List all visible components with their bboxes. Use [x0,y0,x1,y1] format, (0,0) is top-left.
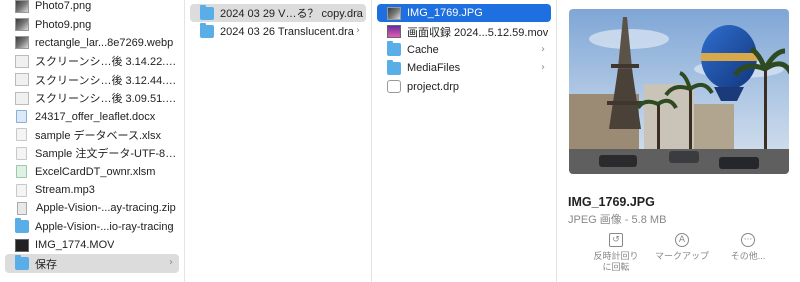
folder-row[interactable]: MediaFiles › [377,59,551,77]
folder-row[interactable]: 保存 › [5,254,179,273]
preview-file-info: JPEG 画像 - 5.8 MB [568,214,667,226]
folder-row[interactable]: Apple-Vision-...io-ray-tracing › [5,218,179,236]
folder-row[interactable]: Cache › [377,41,551,59]
screenshot-file-icon [15,73,29,87]
rotate-left-button[interactable]: ↺ 反時計回り に回転 [582,233,650,273]
rotate-left-label-line2: に回転 [602,262,630,272]
item-label: ExcelCardDT_ownr.xlsm [35,165,156,178]
item-label: Cache [407,43,439,56]
file-row[interactable]: Photo9.png [5,15,179,33]
column-hozon-folder[interactable]: 2024 03 29 V…る？ copy.dra › 2024 03 26 Tran… [185,0,372,282]
chevron-right-icon: › [541,62,545,74]
preview-pane: IMG_1769.JPG JPEG 画像 - 5.8 MB ↺ 反時計回り に回… [557,0,800,282]
file-list-column2: 2024 03 29 V…る？ copy.dra › 2024 03 26 Tran… [185,4,371,41]
item-label: スクリーンシ…後 3.14.22.png [35,56,179,69]
audio-file-icon [16,183,27,197]
folder-icon [15,218,29,234]
file-row[interactable]: Stream.mp3 [5,181,179,199]
document-icon [16,128,27,142]
file-row[interactable]: Photo7.png [5,0,179,15]
item-label: rectangle_lar...8e7269.webp [35,36,174,49]
image-file-icon [387,6,401,20]
project-file-icon [387,80,401,94]
file-row[interactable]: ExcelCardDT_ownr.xlsm [5,163,179,181]
zip-archive-icon [17,201,27,215]
document-icon [16,146,27,160]
movie-file-icon [15,238,29,252]
rotate-left-icon: ↺ [609,233,623,247]
more-label: その他... [730,251,766,261]
file-row[interactable]: スクリーンシ…後 3.12.44.png [5,71,179,89]
file-row[interactable]: sample データベース.xlsx [5,126,179,144]
image-file-icon [15,36,29,50]
file-row[interactable]: rectangle_lar...8e7269.webp [5,34,179,52]
folder-row[interactable]: 2024 03 26 Translucent.dra › [190,22,366,40]
folder-icon [15,255,29,271]
item-label: Apple-Vision-...io-ray-tracing [35,220,174,233]
spreadsheet-icon [16,165,27,179]
item-label: Photo7.png [35,0,92,13]
file-list-column3: IMG_1769.JPG 画面収録 2024...5.12.59.mov Cache… [372,4,556,96]
item-label: Apple-Vision-...ay-tracing.zip [36,202,176,215]
item-label: Sample 注文データ-UTF-8.csv [35,148,179,161]
item-label: 保存 [35,258,57,271]
folder-icon [200,23,214,39]
preview-thumbnail[interactable] [569,9,789,174]
las-vegas-photo [569,9,789,174]
item-label: スクリーンシ…後 3.12.44.png [35,74,179,87]
item-label: スクリーンシ…後 3.09.51.png [35,93,179,106]
file-row[interactable]: 画面収録 2024...5.12.59.mov [377,22,551,40]
screenshot-file-icon [15,91,29,105]
preview-filename: IMG_1769.JPG [568,195,655,209]
markup-button[interactable]: A マークアップ [648,233,716,262]
chevron-right-icon: › [169,220,173,232]
markup-label: マークアップ [654,251,709,261]
folder-row[interactable]: 2024 03 29 V…る？ copy.dra › [190,4,366,23]
column-parent-folder[interactable]: Photo7.png Photo9.png rectangle_lar...8e72… [0,0,185,282]
item-label: 画面収録 2024...5.12.59.mov [407,26,549,39]
item-label: Stream.mp3 [35,184,95,197]
folder-icon [387,59,401,75]
screenshot-file-icon [15,54,29,68]
chevron-right-icon: › [356,25,360,37]
word-document-icon [16,110,27,124]
file-row[interactable]: スクリーンシ…後 3.14.22.png [5,52,179,70]
item-label: 24317_offer_leaflet.docx [35,110,156,123]
chevron-right-icon: › [356,7,360,18]
markup-icon: A [675,233,689,247]
file-list-column1: Photo7.png Photo9.png rectangle_lar...8e72… [0,0,184,273]
chevron-right-icon: › [541,43,545,55]
file-row[interactable]: IMG_1769.JPG [377,4,551,23]
file-row[interactable]: Apple-Vision-...ay-tracing.zip [5,199,179,217]
item-label: 2024 03 26 Translucent.dra [220,25,354,38]
chevron-right-icon: › [169,257,173,269]
item-label: IMG_1774.MOV [35,239,115,252]
image-file-icon [15,0,29,13]
image-file-icon [15,18,29,32]
more-button[interactable]: ··· その他... [714,233,782,262]
file-row[interactable]: IMG_1774.MOV [5,236,179,254]
item-label: IMG_1769.JPG [407,7,483,20]
folder-icon [387,41,401,57]
file-row[interactable]: スクリーンシ…後 3.09.51.png [5,89,179,107]
item-label: Photo9.png [35,18,92,31]
item-label: sample データベース.xlsx [35,129,161,142]
file-row[interactable]: project.drp [377,78,551,96]
folder-icon [200,4,214,20]
quick-actions: ↺ 反時計回り に回転 A マークアップ ··· その他... [582,233,782,281]
file-row[interactable]: Sample 注文データ-UTF-8.csv [5,144,179,162]
item-label: project.drp [407,80,459,93]
file-row[interactable]: 24317_offer_leaflet.docx [5,107,179,125]
movie-file-icon [387,25,401,39]
item-label: MediaFiles [407,62,461,75]
column-project-folder[interactable]: IMG_1769.JPG 画面収録 2024...5.12.59.mov Cache… [372,0,557,282]
more-icon: ··· [741,233,755,247]
rotate-left-label-line1: 反時計回り [593,251,639,261]
item-label: 2024 03 29 V…る？ copy.dra [220,8,363,21]
